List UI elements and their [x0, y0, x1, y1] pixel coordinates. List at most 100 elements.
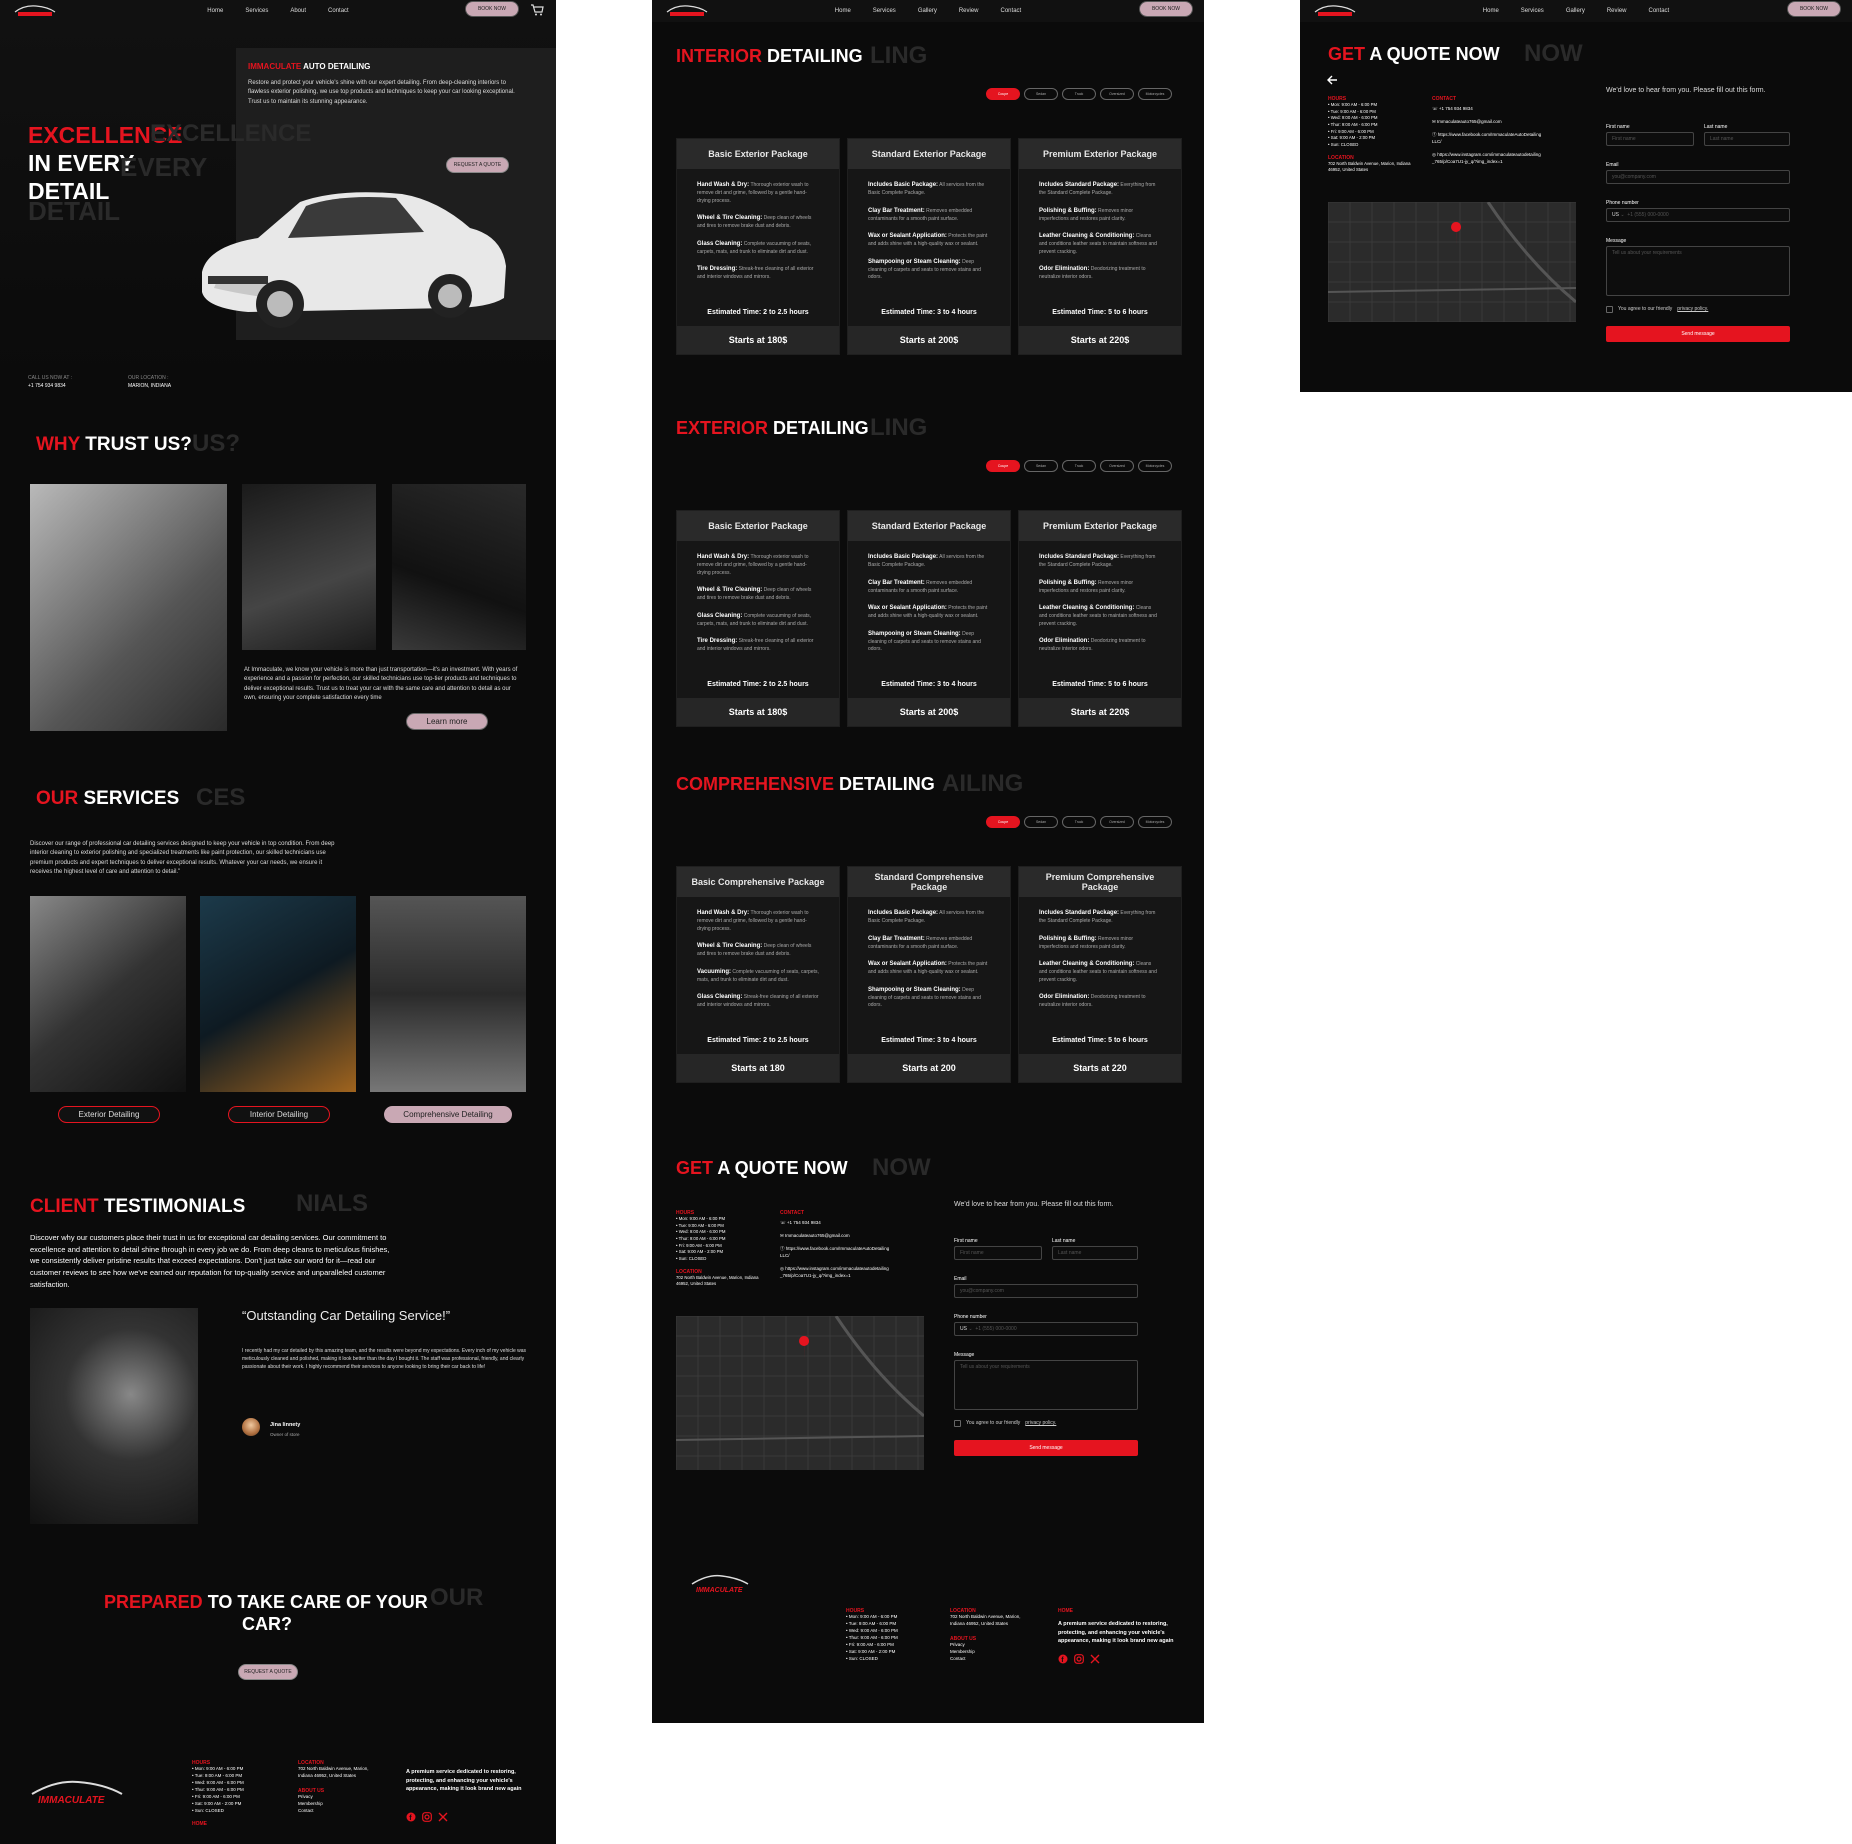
nav-contact[interactable]: Contact	[1001, 8, 1022, 14]
tab-sedan[interactable]: Sedan	[1024, 88, 1058, 100]
tab-motorcycles[interactable]: Motorcycles	[1138, 460, 1172, 472]
package-price-button[interactable]: Starts at 180$	[677, 698, 839, 726]
send-message-button[interactable]: Send message	[1606, 326, 1790, 342]
country-select[interactable]: US	[1612, 212, 1619, 218]
logo-icon[interactable]	[12, 3, 58, 18]
first-name-input[interactable]: First name	[954, 1246, 1042, 1260]
tab-oversized[interactable]: Oversized	[1100, 460, 1134, 472]
x-icon[interactable]	[438, 1812, 448, 1822]
country-select[interactable]: US	[960, 1326, 967, 1332]
package-price-button[interactable]: Starts at 220$	[1019, 698, 1181, 726]
tab-oversized[interactable]: Oversized	[1100, 816, 1134, 828]
interior-image[interactable]	[200, 896, 356, 1092]
package-price-button[interactable]: Starts at 200	[848, 1054, 1010, 1082]
nav-services[interactable]: Services	[1521, 8, 1544, 14]
nav-contact[interactable]: Contact	[328, 8, 349, 14]
footer-privacy-link[interactable]: Privacy	[950, 1642, 1034, 1649]
quote-instagram[interactable]: ◎ https://www.instagram.com/immaculateau…	[780, 1266, 890, 1280]
quote-phone[interactable]: ☏ +1 754 934 9834	[1432, 106, 1542, 113]
last-name-input[interactable]: Last name	[1052, 1246, 1138, 1260]
footer-membership-link[interactable]: Membership	[950, 1649, 1034, 1656]
quote-instagram[interactable]: ◎ https://www.instagram.com/immaculateau…	[1432, 152, 1542, 166]
prepared-quote-button[interactable]: REQUEST A QUOTE	[238, 1664, 298, 1680]
request-quote-button[interactable]: REQUEST A QUOTE	[446, 157, 509, 173]
nav-gallery[interactable]: Gallery	[1566, 8, 1585, 14]
nav-home[interactable]: Home	[835, 8, 851, 14]
first-name-input[interactable]: First name	[1606, 132, 1694, 146]
nav-home[interactable]: Home	[1483, 8, 1499, 14]
footer-membership-link[interactable]: Membership	[298, 1801, 378, 1808]
privacy-checkbox[interactable]	[1606, 306, 1613, 314]
phone-input[interactable]: US ⌄ +1 (555) 000-0000	[954, 1322, 1138, 1336]
email-input[interactable]: you@company.com	[1606, 170, 1790, 184]
package-price-button[interactable]: Starts at 220$	[1019, 326, 1181, 354]
package-price-button[interactable]: Starts at 180	[677, 1054, 839, 1082]
nav-services[interactable]: Services	[245, 8, 268, 14]
footer-logo-icon[interactable]: IMMACULATE	[26, 1776, 128, 1810]
exterior-detailing-button[interactable]: Exterior Detailing	[58, 1106, 160, 1123]
email-input[interactable]: you@company.com	[954, 1284, 1138, 1298]
tab-truck[interactable]: Truck	[1062, 88, 1096, 100]
send-message-button[interactable]: Send message	[954, 1440, 1138, 1456]
quote-facebook[interactable]: ⓕ https://www.facebook.com/ImmaculateAut…	[780, 1246, 890, 1260]
footer-contact-link[interactable]: Contact	[298, 1808, 378, 1815]
back-arrow-icon[interactable]	[1326, 74, 1338, 86]
package-price-button[interactable]: Starts at 220	[1019, 1054, 1181, 1082]
location-map[interactable]	[676, 1316, 924, 1470]
learn-more-button[interactable]: Learn more	[406, 713, 488, 730]
privacy-link[interactable]: privacy policy.	[1677, 306, 1708, 314]
nav-services[interactable]: Services	[873, 8, 896, 14]
footer-privacy-link[interactable]: Privacy	[298, 1794, 378, 1801]
quote-phone[interactable]: ☏ +1 754 934 9834	[780, 1220, 890, 1227]
interior-detailing-button[interactable]: Interior Detailing	[228, 1106, 330, 1123]
tab-sedan[interactable]: Sedan	[1024, 460, 1058, 472]
cart-icon[interactable]	[530, 4, 544, 16]
book-now-button[interactable]: BOOK NOW	[1139, 2, 1192, 16]
footer-logo-icon[interactable]: IMMACULATE	[688, 1572, 752, 1596]
nav-about[interactable]: About	[290, 8, 306, 14]
facebook-icon[interactable]: f	[406, 1812, 416, 1822]
privacy-link[interactable]: privacy policy.	[1025, 1420, 1056, 1428]
package-price-button[interactable]: Starts at 200$	[848, 698, 1010, 726]
logo-icon[interactable]	[664, 3, 710, 18]
facebook-icon[interactable]: f	[1058, 1654, 1068, 1664]
footer-home-label[interactable]: HOME	[1058, 1608, 1188, 1614]
tab-truck[interactable]: Truck	[1062, 460, 1096, 472]
message-textarea[interactable]: Tell us about your requirements	[1606, 246, 1790, 296]
instagram-icon[interactable]	[1074, 1653, 1084, 1664]
nav-contact[interactable]: Contact	[1649, 8, 1670, 14]
package-price-button[interactable]: Starts at 200$	[848, 326, 1010, 354]
tab-sedan[interactable]: Sedan	[1024, 816, 1058, 828]
book-now-button[interactable]: BOOK NOW	[1787, 2, 1840, 16]
x-icon[interactable]	[1090, 1654, 1100, 1664]
nav-home[interactable]: Home	[207, 8, 223, 14]
message-textarea[interactable]: Tell us about your requirements	[954, 1360, 1138, 1410]
tab-motorcycles[interactable]: Motorcycles	[1138, 816, 1172, 828]
tab-coupe[interactable]: Coupe	[986, 460, 1020, 472]
tab-coupe[interactable]: Coupe	[986, 88, 1020, 100]
footer-home-label[interactable]: HOME	[192, 1821, 244, 1827]
comprehensive-image[interactable]	[370, 896, 526, 1092]
quote-email[interactable]: ✉ Immaculateauto765@gmail.com	[780, 1233, 890, 1240]
footer-contact-link[interactable]: Contact	[950, 1656, 1034, 1663]
privacy-checkbox[interactable]	[954, 1420, 961, 1428]
last-name-input[interactable]: Last name	[1704, 132, 1790, 146]
nav-gallery[interactable]: Gallery	[918, 8, 937, 14]
tab-oversized[interactable]: Oversized	[1100, 88, 1134, 100]
phone-input[interactable]: US ⌄ +1 (555) 000-0000	[1606, 208, 1790, 222]
quote-email[interactable]: ✉ Immaculateauto765@gmail.com	[1432, 119, 1542, 126]
instagram-icon[interactable]	[422, 1812, 432, 1822]
book-now-button[interactable]: BOOK NOW	[465, 2, 518, 16]
comprehensive-detailing-button[interactable]: Comprehensive Detailing	[384, 1106, 512, 1123]
tab-coupe[interactable]: Coupe	[986, 816, 1020, 828]
logo-icon[interactable]	[1312, 3, 1358, 18]
nav-review[interactable]: Review	[1607, 8, 1627, 14]
nav-review[interactable]: Review	[959, 8, 979, 14]
call-number[interactable]: +1 754 934 9834	[28, 383, 66, 391]
location-map[interactable]	[1328, 202, 1576, 322]
tab-motorcycles[interactable]: Motorcycles	[1138, 88, 1172, 100]
quote-facebook[interactable]: ⓕ https://www.facebook.com/ImmaculateAut…	[1432, 132, 1542, 146]
package-price-button[interactable]: Starts at 180$	[677, 326, 839, 354]
exterior-image[interactable]	[30, 896, 186, 1092]
tab-truck[interactable]: Truck	[1062, 816, 1096, 828]
